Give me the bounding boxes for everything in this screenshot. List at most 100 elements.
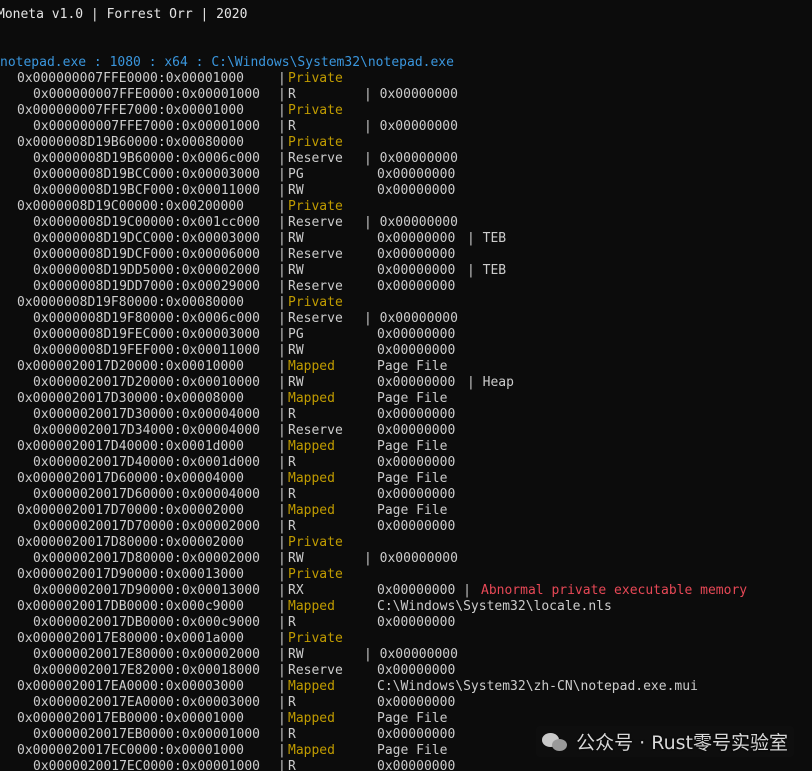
- column-separator: |: [278, 71, 286, 86]
- region-type: Mapped: [288, 391, 335, 406]
- region-address: 0x0000020017D70000:0x00002000: [17, 503, 244, 518]
- region-type: RW: [288, 647, 304, 662]
- region-address: 0x0000008D19B60000:0x00080000: [17, 135, 244, 150]
- region-address: 0x0000020017EA0000:0x00003000: [17, 679, 244, 694]
- column-separator: |: [278, 663, 286, 678]
- region-value: 0x00000000: [377, 327, 456, 342]
- region-type: PG: [288, 327, 304, 342]
- region-type: Reserve: [288, 663, 343, 678]
- region-type: Mapped: [288, 439, 335, 454]
- region-value: 0x00000000: [377, 247, 456, 262]
- column-separator: |: [278, 695, 286, 710]
- region-value: | 0x00000000: [364, 151, 458, 166]
- region-type: R: [288, 87, 296, 102]
- region-value: 0x00000000: [377, 167, 456, 182]
- process-header-line: notepad.exe : 1080 : x64 : C:\Windows\Sy…: [0, 55, 454, 71]
- region-type: Mapped: [288, 679, 335, 694]
- region-type: PG: [288, 167, 304, 182]
- region-type: Mapped: [288, 743, 335, 758]
- region-type: Reserve: [288, 279, 343, 294]
- region-address: 0x0000008D19C00000:0x001cc000: [33, 215, 260, 230]
- region-address: 0x0000008D19FEF000:0x00011000: [33, 343, 260, 358]
- region-type: R: [288, 119, 296, 134]
- region-value: C:\Windows\System32\locale.nls: [377, 599, 612, 614]
- region-value: | 0x00000000: [364, 215, 458, 230]
- region-address: 0x0000008D19F80000:0x0006c000: [33, 311, 260, 326]
- column-separator: |: [278, 407, 286, 422]
- region-type: R: [288, 519, 296, 534]
- region-address: 0x0000020017D60000:0x00004000: [33, 487, 260, 502]
- region-address: 0x0000020017D40000:0x0001d000: [33, 455, 260, 470]
- region-type: Private: [288, 631, 343, 646]
- region-address: 0x0000020017D40000:0x0001d000: [17, 439, 244, 454]
- column-separator: |: [278, 199, 286, 214]
- console-title-line: Moneta v1.0 | Forrest Orr | 2020: [0, 7, 247, 23]
- column-separator: |: [278, 455, 286, 470]
- region-type: R: [288, 615, 296, 630]
- region-type: RW: [288, 183, 304, 198]
- region-address: 0x0000008D19DD5000:0x00002000: [33, 263, 260, 278]
- column-separator: |: [278, 215, 286, 230]
- region-value: 0x00000000: [377, 759, 456, 771]
- region-address: 0x0000020017D80000:0x00002000: [17, 535, 244, 550]
- column-separator: |: [278, 647, 286, 662]
- region-value: | 0x00000000: [364, 311, 458, 326]
- region-value: 0x00000000: [377, 663, 456, 678]
- region-type: R: [288, 727, 296, 742]
- region-value: | 0x00000000: [364, 551, 458, 566]
- column-separator: |: [278, 167, 286, 182]
- region-address: 0x0000020017EA0000:0x00003000: [33, 695, 260, 710]
- region-type: Mapped: [288, 599, 335, 614]
- wechat-icon: [542, 731, 568, 753]
- column-separator: |: [278, 759, 286, 771]
- region-type: Private: [288, 295, 343, 310]
- column-separator: |: [278, 263, 286, 278]
- region-flag: | TEB: [467, 231, 507, 246]
- region-type: Reserve: [288, 423, 343, 438]
- region-address: 0x0000020017D90000:0x00013000: [33, 583, 260, 598]
- region-address: 0x0000020017EC0000:0x00001000: [33, 759, 260, 771]
- region-address: 0x0000008D19F80000:0x00080000: [17, 295, 244, 310]
- column-separator: |: [278, 679, 286, 694]
- region-value: 0x00000000: [377, 407, 456, 422]
- region-value: Page File: [377, 711, 448, 726]
- column-separator: |: [278, 503, 286, 518]
- region-value: 0x00000000: [377, 727, 456, 742]
- region-type: RW: [288, 263, 304, 278]
- region-value: 0x00000000: [377, 615, 456, 630]
- column-separator: |: [278, 487, 286, 502]
- region-type: Private: [288, 135, 343, 150]
- column-separator: |: [278, 151, 286, 166]
- region-type: RW: [288, 375, 304, 390]
- region-address: 0x0000008D19DCC000:0x00003000: [33, 231, 260, 246]
- region-value: | 0x00000000: [364, 87, 458, 102]
- column-separator: |: [278, 471, 286, 486]
- column-separator: |: [278, 567, 286, 582]
- region-value: Page File: [377, 439, 448, 454]
- region-value: 0x00000000: [377, 263, 456, 278]
- column-separator: |: [278, 519, 286, 534]
- region-address: 0x0000020017E82000:0x00018000: [33, 663, 260, 678]
- region-address: 0x0000008D19C00000:0x00200000: [17, 199, 244, 214]
- program-banner: Moneta v1.0 | Forrest Orr | 2020: [0, 7, 248, 22]
- region-type: R: [288, 695, 296, 710]
- region-address: 0x0000008D19BCF000:0x00011000: [33, 183, 260, 198]
- region-address: 0x0000020017EB0000:0x00001000: [17, 711, 244, 726]
- watermark-text: 公众号 · Rust零号实验室: [576, 732, 788, 754]
- region-type: Private: [288, 103, 343, 118]
- region-address: 0x000000007FFE0000:0x00001000: [17, 71, 244, 86]
- region-value: C:\Windows\System32\zh-CN\notepad.exe.mu…: [377, 679, 698, 694]
- column-separator: |: [278, 631, 286, 646]
- region-type: RW: [288, 343, 304, 358]
- region-address: 0x0000020017EB0000:0x00001000: [33, 727, 260, 742]
- column-separator: |: [278, 119, 286, 134]
- column-separator: |: [278, 599, 286, 614]
- console-window[interactable]: Moneta v1.0 | Forrest Orr | 2020 notepad…: [0, 0, 812, 771]
- region-address: 0x000000007FFE0000:0x00001000: [33, 87, 260, 102]
- region-type: Reserve: [288, 215, 343, 230]
- column-separator: |: [278, 327, 286, 342]
- region-type: R: [288, 407, 296, 422]
- region-type: Reserve: [288, 311, 343, 326]
- region-address: 0x0000020017D34000:0x00004000: [33, 423, 260, 438]
- region-type: R: [288, 487, 296, 502]
